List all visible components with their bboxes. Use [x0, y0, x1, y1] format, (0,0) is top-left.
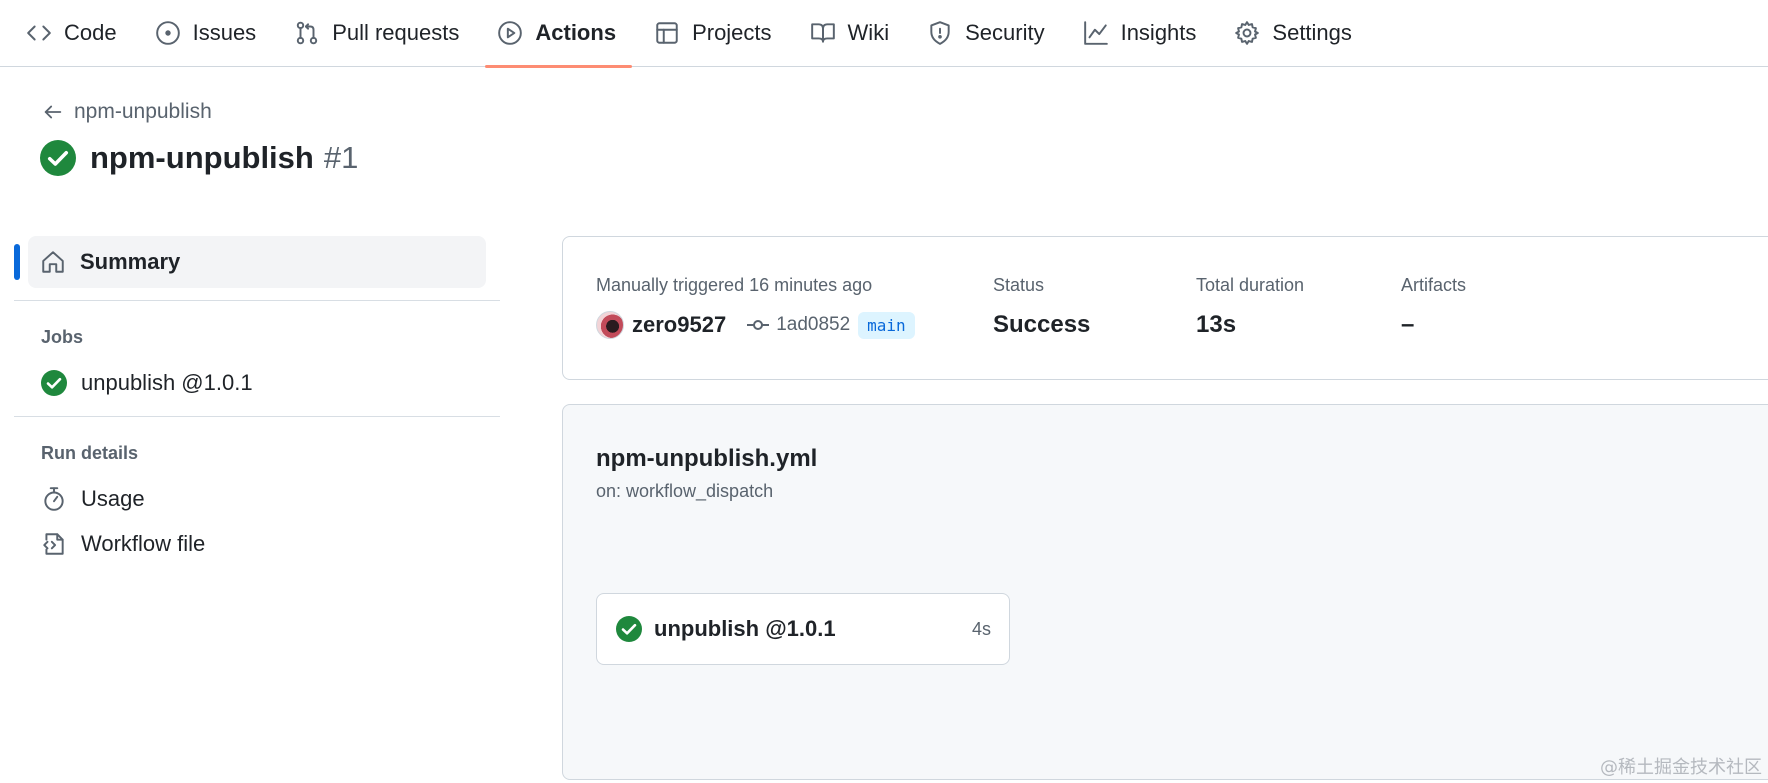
tab-security[interactable]: Security	[927, 0, 1060, 67]
trigger-info: zero9527 1ad0852 main	[596, 311, 915, 339]
tab-label: Insights	[1120, 20, 1197, 45]
issue-icon	[155, 21, 180, 45]
check-circle-icon	[41, 370, 67, 396]
sidebar-item-label: Summary	[80, 249, 181, 274]
back-label: npm-unpublish	[74, 100, 212, 123]
tab-label: Wiki	[847, 20, 890, 45]
status-value: Success	[993, 311, 1091, 338]
duration-value: 13s	[1196, 311, 1237, 338]
check-circle-icon	[616, 616, 642, 642]
tab-label: Issues	[192, 20, 257, 45]
sidebar-item-usage[interactable]: Usage	[41, 486, 500, 512]
tab-label: Pull requests	[332, 20, 460, 45]
status-label: Status	[993, 275, 1045, 295]
sidebar-item-job[interactable]: unpublish @1.0.1	[41, 370, 500, 396]
tab-label: Actions	[535, 20, 617, 45]
tab-label: Code	[64, 20, 117, 45]
job-name: unpublish @1.0.1	[654, 616, 836, 641]
job-duration: 4s	[971, 618, 991, 639]
sidebar-item-workflow-file[interactable]: Workflow file	[41, 531, 500, 557]
workflow-file-name: npm-unpublish.yml	[596, 445, 818, 472]
arrow-left-icon	[44, 105, 62, 119]
tab-issues[interactable]: Issues	[155, 0, 273, 67]
sidebar-item-label: Usage	[81, 486, 145, 511]
graph-icon	[1083, 21, 1108, 45]
commit-sha: 1ad0852	[776, 314, 851, 335]
tab-pull-requests[interactable]: Pull requests	[294, 0, 475, 67]
book-icon	[810, 23, 835, 43]
artifacts-value: –	[1401, 311, 1415, 338]
sidebar-item-label: unpublish @1.0.1	[81, 370, 253, 395]
tab-wiki[interactable]: Wiki	[810, 0, 906, 67]
stopwatch-icon	[44, 487, 64, 511]
commit-icon	[747, 320, 770, 330]
jobs-heading: Jobs	[41, 327, 84, 347]
back-link[interactable]: npm-unpublish	[42, 100, 212, 124]
divider	[14, 416, 500, 417]
trigger-label: Manually triggered 16 minutes ago	[596, 275, 873, 295]
file-code-icon	[43, 533, 64, 555]
duration-label: Total duration	[1196, 275, 1305, 295]
check-circle-icon	[40, 140, 76, 176]
sidebar-item-label: Workflow file	[81, 531, 206, 556]
commit-link[interactable]: 1ad0852	[746, 314, 850, 336]
divider	[14, 300, 500, 301]
run-details-heading: Run details	[41, 443, 139, 463]
table-icon	[656, 22, 678, 44]
run-number: #1	[323, 140, 359, 175]
tab-actions[interactable]: Actions	[485, 0, 632, 68]
actor-username[interactable]: zero9527	[632, 312, 726, 338]
tab-insights[interactable]: Insights	[1083, 0, 1213, 67]
workflow-graph: npm-unpublish.yml on: workflow_dispatch …	[562, 404, 1768, 780]
run-summary-card: Manually triggered 16 minutes ago zero95…	[562, 236, 1768, 380]
tab-settings[interactable]: Settings	[1234, 0, 1368, 67]
sidebar-item-summary[interactable]: Summary	[14, 236, 486, 288]
repo-nav: Code Issues Pull requests Actions Projec…	[0, 0, 1768, 68]
pull-request-icon	[297, 21, 318, 45]
shield-icon	[930, 21, 950, 45]
tab-label: Projects	[692, 20, 772, 45]
gear-icon	[1235, 21, 1260, 45]
run-sidebar: Summary Jobs unpublish @1.0.1 Run detail…	[14, 236, 500, 557]
job-node[interactable]: unpublish @1.0.1 4s	[596, 593, 1010, 665]
tab-projects[interactable]: Projects	[654, 0, 787, 67]
tab-label: Settings	[1272, 20, 1352, 45]
workflow-title: npm-unpublish	[90, 140, 314, 175]
page-title: npm-unpublish #1	[40, 140, 358, 176]
workflow-trigger: on: workflow_dispatch	[596, 481, 774, 501]
watermark: @稀土掘金技术社区	[1600, 757, 1762, 778]
artifacts-label: Artifacts	[1401, 275, 1467, 295]
active-indicator	[14, 244, 20, 280]
home-icon	[42, 251, 64, 273]
tab-label: Security	[965, 20, 1045, 45]
code-icon	[27, 25, 51, 41]
branch-badge[interactable]: main	[858, 311, 915, 339]
play-icon	[498, 21, 523, 45]
avatar[interactable]	[596, 311, 624, 339]
tab-code[interactable]: Code	[26, 0, 133, 67]
